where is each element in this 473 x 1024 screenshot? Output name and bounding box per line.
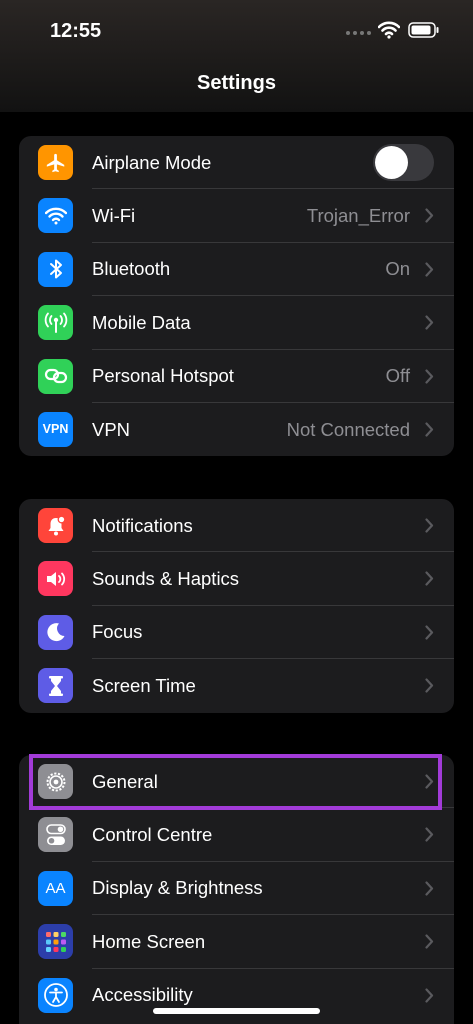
chevron-right-icon <box>425 827 434 842</box>
settings-row-airplane-mode[interactable]: Airplane Mode <box>19 136 454 190</box>
row-label: Home Screen <box>92 930 206 952</box>
settings-row-personal-hotspot[interactable]: Personal Hotspot Off <box>19 350 454 403</box>
row-label: Mobile Data <box>92 311 191 333</box>
settings-group-connectivity: Airplane Mode Wi-Fi Trojan_Error Bluetoo… <box>19 136 454 457</box>
row-label: Display & Brightness <box>92 877 263 899</box>
settings-row-home-screen[interactable]: Home Screen <box>19 915 454 969</box>
hotspot-icon <box>38 358 73 394</box>
row-label: Focus <box>92 621 143 643</box>
settings-row-display-brightness[interactable]: AA Display & Brightness <box>19 862 454 916</box>
settings-row-control-centre[interactable]: Control Centre <box>19 808 454 862</box>
settings-row-wifi[interactable]: Wi-Fi Trojan_Error <box>19 189 454 243</box>
hourglass-icon <box>38 668 73 704</box>
general-highlight-box <box>29 754 442 810</box>
settings-row-mobile-data[interactable]: Mobile Data <box>19 296 454 350</box>
chevron-right-icon <box>425 934 434 949</box>
row-label: Sounds & Haptics <box>92 568 240 590</box>
settings-row-focus[interactable]: Focus <box>19 606 454 660</box>
chevron-right-icon <box>425 422 434 437</box>
row-label: Personal Hotspot <box>92 365 234 387</box>
row-label: VPN <box>92 418 131 440</box>
battery-icon <box>408 22 439 38</box>
chevron-right-icon <box>425 625 434 640</box>
chevron-right-icon <box>425 987 434 1003</box>
settings-group-notifications: Notifications Sounds & Haptics Focus Scr… <box>19 499 454 713</box>
row-value: Not Connected <box>286 418 410 440</box>
row-label: Accessibility <box>92 984 193 1006</box>
speaker-icon <box>38 561 73 597</box>
antenna-icon <box>38 305 73 341</box>
home-indicator[interactable] <box>153 1008 320 1014</box>
airplane-icon <box>38 145 73 180</box>
settings-row-notifications[interactable]: Notifications <box>19 499 454 553</box>
row-value: Trojan_Error <box>306 205 410 227</box>
row-label: Notifications <box>92 514 193 536</box>
chevron-right-icon <box>425 678 434 693</box>
row-label: Control Centre <box>92 824 213 846</box>
wifi-status-icon <box>378 21 400 39</box>
bell-icon <box>38 508 73 543</box>
moon-icon <box>38 614 73 650</box>
row-label: Bluetooth <box>92 258 171 280</box>
signal-dots-icon <box>346 31 371 35</box>
row-value: On <box>385 258 410 280</box>
row-label: Wi-Fi <box>92 205 136 227</box>
chevron-right-icon <box>425 315 434 330</box>
page-title: Settings <box>197 72 276 94</box>
chevron-right-icon <box>425 881 434 896</box>
status-bar: 12:55 Settings <box>0 0 473 112</box>
toggles-icon <box>38 817 73 853</box>
row-value: Off <box>385 365 410 387</box>
row-label: Screen Time <box>92 674 196 696</box>
settings-row-sounds-haptics[interactable]: Sounds & Haptics <box>19 552 454 606</box>
app-grid-icon <box>38 924 73 960</box>
text-size-icon: AA <box>38 870 73 906</box>
row-label: Airplane Mode <box>92 151 212 173</box>
airplane-mode-toggle[interactable] <box>373 144 434 181</box>
settings-row-vpn[interactable]: VPN VPN Not Connected <box>19 403 454 456</box>
chevron-right-icon <box>425 262 434 277</box>
chevron-right-icon <box>425 368 434 384</box>
wifi-icon <box>38 198 73 234</box>
chevron-right-icon <box>425 208 434 223</box>
bluetooth-icon <box>38 251 73 287</box>
status-time: 12:55 <box>50 20 102 42</box>
chevron-right-icon <box>425 518 434 533</box>
chevron-right-icon <box>425 571 434 586</box>
settings-row-bluetooth[interactable]: Bluetooth On <box>19 243 454 297</box>
accessibility-icon <box>38 977 73 1013</box>
settings-row-screen-time[interactable]: Screen Time <box>19 659 454 712</box>
vpn-icon: VPN <box>38 411 73 447</box>
